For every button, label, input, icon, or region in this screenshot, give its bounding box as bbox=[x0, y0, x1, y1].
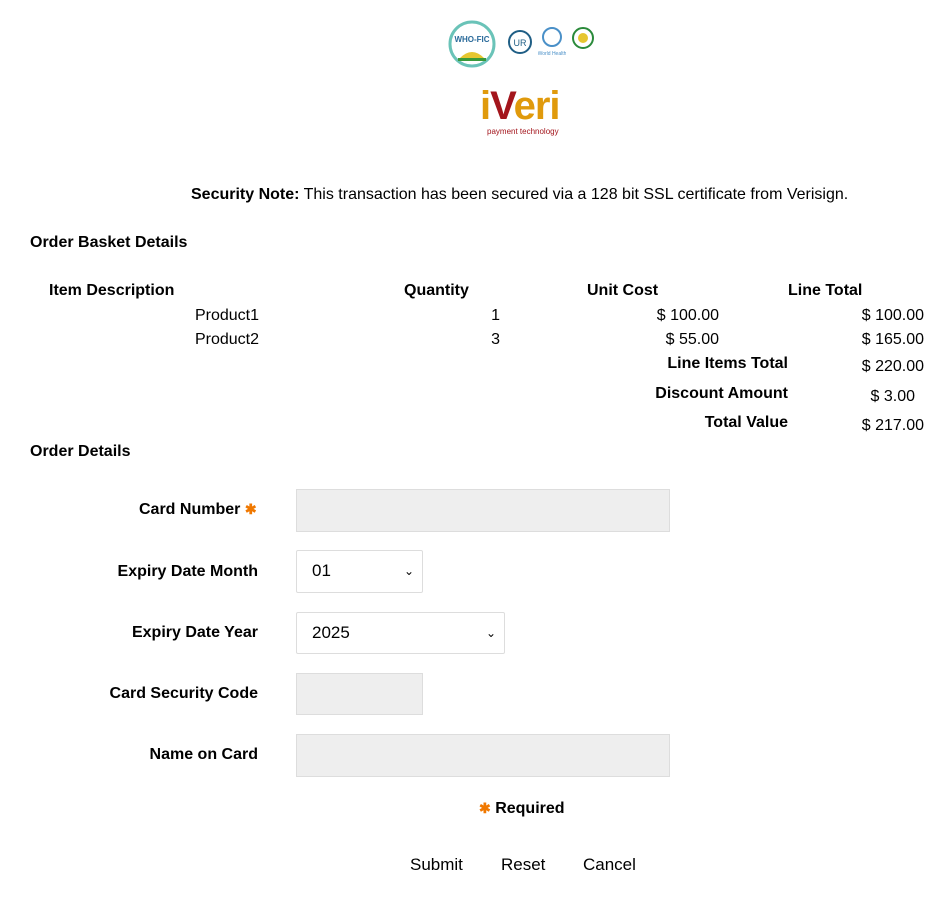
rwanda-seal-logo bbox=[572, 27, 594, 49]
who-fic-logo: WHO-FIC bbox=[448, 20, 496, 68]
expiry-year-label: Expiry Date Year bbox=[131, 624, 258, 641]
chevron-down-icon: ⌄ bbox=[485, 626, 496, 640]
expiry-month-select[interactable]: 01 ⌄ bbox=[296, 550, 423, 593]
submit-button[interactable]: Submit bbox=[410, 855, 463, 875]
security-note: Security Note: This transaction has been… bbox=[191, 186, 849, 203]
total-value: $ 217.00 bbox=[861, 417, 924, 434]
required-note: ✱ Required bbox=[479, 800, 565, 817]
card-number-label: Card Number ✱ bbox=[139, 501, 257, 518]
item-description: Product2 bbox=[194, 331, 259, 348]
svg-text:UR: UR bbox=[514, 38, 527, 48]
item-description: Product1 bbox=[194, 307, 259, 324]
cvv-label: Card Security Code bbox=[109, 685, 258, 702]
expiry-year-select[interactable]: 2025 ⌄ bbox=[296, 612, 505, 654]
who-logo: World Health bbox=[538, 27, 566, 57]
discount-value: $ 3.00 bbox=[870, 388, 915, 405]
name-on-card-label: Name on Card bbox=[149, 746, 258, 763]
total-value-label: Total Value bbox=[704, 414, 788, 431]
required-star-icon: ✱ bbox=[479, 800, 491, 816]
svg-text:World Health: World Health bbox=[538, 51, 566, 57]
line-items-total-value: $ 220.00 bbox=[861, 358, 924, 375]
order-details-title: Order Details bbox=[30, 443, 131, 460]
item-line-total: $ 100.00 bbox=[861, 307, 924, 324]
item-quantity: 3 bbox=[491, 331, 500, 348]
reset-button[interactable]: Reset bbox=[501, 855, 545, 875]
chevron-down-icon: ⌄ bbox=[403, 564, 414, 578]
expiry-month-label: Expiry Date Month bbox=[117, 563, 258, 580]
discount-label: Discount Amount bbox=[655, 385, 788, 402]
cvv-input[interactable] bbox=[296, 673, 423, 715]
name-on-card-input[interactable] bbox=[296, 734, 670, 777]
iveri-logo: iVeri payment technology bbox=[480, 84, 561, 136]
card-number-input[interactable] bbox=[296, 489, 670, 532]
item-line-total: $ 165.00 bbox=[861, 331, 924, 348]
item-quantity: 1 bbox=[491, 307, 500, 324]
required-star-icon: ✱ bbox=[244, 501, 257, 517]
line-items-total-label: Line Items Total bbox=[667, 355, 788, 372]
cancel-button[interactable]: Cancel bbox=[583, 855, 636, 875]
item-unit-cost: $ 100.00 bbox=[656, 307, 719, 324]
header-item-description: Item Description bbox=[49, 282, 175, 299]
header-quantity: Quantity bbox=[404, 282, 469, 299]
logo-banner: WHO-FIC UR World Health bbox=[448, 20, 596, 68]
ur-logo: UR bbox=[508, 30, 532, 54]
iveri-tagline: payment technology bbox=[487, 127, 559, 136]
header-unit-cost: Unit Cost bbox=[587, 282, 659, 299]
header-line-total: Line Total bbox=[788, 282, 863, 299]
svg-text:WHO-FIC: WHO-FIC bbox=[454, 35, 489, 44]
basket-title: Order Basket Details bbox=[30, 234, 188, 251]
item-unit-cost: $ 55.00 bbox=[665, 331, 719, 348]
